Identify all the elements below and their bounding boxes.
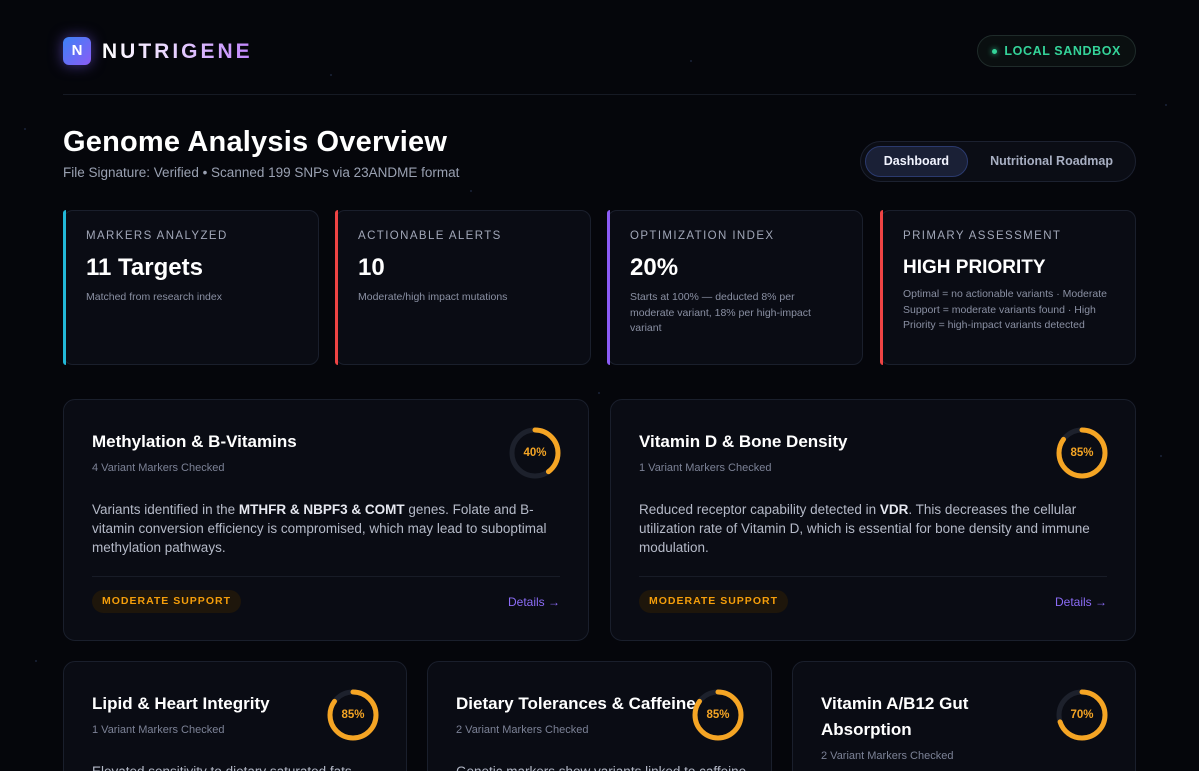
tab-nutritional-roadmap[interactable]: Nutritional Roadmap (972, 146, 1131, 177)
card-marker-count: 1 Variant Markers Checked (639, 462, 772, 474)
stat-description: Optimal = no actionable variants · Moder… (903, 288, 1107, 331)
star-dot (24, 128, 26, 130)
card-marker-count: 2 Variant Markers Checked (456, 724, 589, 736)
card-divider (92, 576, 560, 577)
gene-names: MTHFR & NBPF3 & COMT (238, 502, 405, 517)
stat-label: MARKERS ANALYZED (86, 230, 228, 242)
stat-card-actionable-alerts: ACTIONABLE ALERTS 10 Moderate/high impac… (335, 210, 591, 365)
stat-description: Starts at 100% — deducted 8% per moderat… (630, 291, 811, 334)
details-link[interactable]: Details → (1055, 595, 1107, 609)
stat-label: OPTIMIZATION INDEX (630, 230, 775, 242)
stat-card-markers-analyzed: MARKERS ANALYZED 11 Targets Matched from… (63, 210, 319, 365)
stat-label: PRIMARY ASSESSMENT (903, 230, 1062, 242)
star-dot (330, 74, 332, 76)
score-ring: 85% (1055, 426, 1109, 480)
category-card-vitamin-a-b12[interactable]: Vitamin A/B12 Gut Absorption 2 Variant M… (792, 661, 1136, 771)
star-dot (598, 392, 600, 394)
stat-value: 11 Targets (86, 254, 203, 281)
stat-label: ACTIONABLE ALERTS (358, 230, 502, 242)
card-title: Methylation & B-Vitamins (92, 432, 297, 451)
stat-value: 10 (358, 254, 385, 281)
stat-value: HIGH PRIORITY (903, 257, 1046, 278)
header-divider (63, 94, 1136, 95)
star-dot (470, 190, 472, 192)
stat-description: Moderate/high impact mutations (358, 291, 508, 303)
stat-card-optimization-index: OPTIMIZATION INDEX 20% Starts at 100% — … (607, 210, 863, 365)
card-divider (639, 576, 1107, 577)
score-ring: 85% (326, 688, 380, 742)
category-card-vitamin-d[interactable]: Vitamin D & Bone Density 1 Variant Marke… (610, 399, 1136, 641)
page-subtitle: File Signature: Verified • Scanned 199 S… (63, 165, 460, 180)
score-ring: 85% (691, 688, 745, 742)
category-card-methylation[interactable]: Methylation & B-Vitamins 4 Variant Marke… (63, 399, 589, 641)
stat-value: 20% (630, 254, 679, 281)
logo-icon[interactable]: N (63, 37, 91, 65)
score-percent: 85% (706, 709, 730, 721)
card-title: Vitamin A/B12 Gut Absorption (821, 694, 969, 739)
status-badge: MODERATE SUPPORT (92, 590, 241, 613)
card-marker-count: 4 Variant Markers Checked (92, 462, 225, 474)
card-marker-count: 1 Variant Markers Checked (92, 724, 225, 736)
score-percent: 85% (341, 709, 365, 721)
details-link[interactable]: Details → (508, 595, 560, 609)
card-title: Dietary Tolerances & Caffeine (456, 694, 696, 713)
star-dot (35, 660, 37, 662)
category-card-lipid-heart[interactable]: Lipid & Heart Integrity 1 Variant Marker… (63, 661, 407, 771)
environment-badge: LOCAL SANDBOX (977, 35, 1136, 67)
category-card-dietary-tolerances[interactable]: Dietary Tolerances & Caffeine 2 Variant … (427, 661, 772, 771)
page-title: Genome Analysis Overview (63, 126, 448, 158)
stat-card-primary-assessment: PRIMARY ASSESSMENT HIGH PRIORITY Optimal… (880, 210, 1136, 365)
score-ring: 40% (508, 426, 562, 480)
top-bar: N NUTRIGENE LOCAL SANDBOX (63, 35, 1136, 67)
card-description: Elevated sensitivity to dietary saturate… (92, 762, 392, 771)
card-description: Genetic markers show variants linked to … (456, 762, 756, 771)
score-ring: 70% (1055, 688, 1109, 742)
card-title: Vitamin D & Bone Density (639, 432, 848, 451)
card-description: Variants identified in the MTHFR & NBPF3… (92, 502, 547, 555)
score-percent: 70% (1070, 709, 1094, 721)
stat-description: Matched from research index (86, 291, 222, 303)
tab-dashboard[interactable]: Dashboard (864, 146, 969, 177)
status-badge: MODERATE SUPPORT (639, 590, 788, 613)
score-percent: 40% (523, 447, 547, 459)
card-description: Reduced receptor capability detected in … (639, 502, 1090, 555)
card-title: Lipid & Heart Integrity (92, 694, 270, 713)
environment-label: LOCAL SANDBOX (1004, 44, 1121, 58)
star-dot (1165, 104, 1167, 106)
brand-name[interactable]: NUTRIGENE (102, 40, 253, 64)
star-dot (1160, 455, 1162, 457)
score-percent: 85% (1070, 447, 1094, 459)
status-dot-icon (992, 49, 998, 54)
gene-names: VDR (879, 502, 909, 517)
view-tabs: Dashboard Nutritional Roadmap (859, 141, 1136, 182)
card-marker-count: 2 Variant Markers Checked (821, 750, 954, 762)
